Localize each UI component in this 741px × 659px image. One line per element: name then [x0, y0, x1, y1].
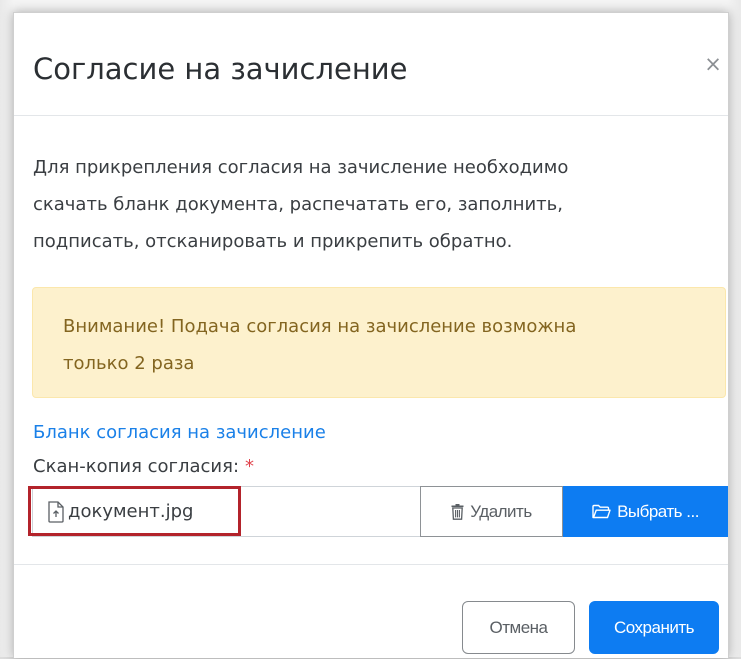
scan-field-label: Скан-копия согласия: * — [33, 453, 254, 481]
cancel-label: Отмена — [489, 617, 549, 637]
intro-line: Для прикрепления согласия на зачисление … — [33, 157, 569, 178]
save-label: Сохранить — [614, 617, 694, 637]
delete-file-button[interactable]: Удалить — [420, 486, 563, 537]
choose-label: Выбрать ... — [617, 501, 699, 521]
file-name-highlight — [28, 486, 241, 536]
close-button[interactable]: × — [698, 49, 728, 79]
save-button[interactable]: Сохранить — [589, 601, 719, 654]
intro-text: Для прикрепления согласия на зачисление … — [33, 149, 713, 260]
cancel-button[interactable]: Отмена — [462, 601, 575, 654]
required-asterisk: * — [245, 456, 255, 477]
warning-alert: Внимание! Подача согласия на зачисление … — [32, 287, 726, 398]
blank-download-link[interactable]: Бланк согласия на зачисление — [33, 419, 326, 447]
alert-text: Внимание! Подача согласия на зачисление … — [63, 308, 683, 382]
trash-icon — [451, 503, 464, 520]
modal-header: Согласие на зачисление × — [14, 13, 728, 116]
scan-field-label-text: Скан-копия согласия: — [33, 456, 240, 477]
file-input-group: документ.jpg Удалить Выбрать ... — [28, 486, 728, 539]
modal-footer: Отмена Сохранить — [14, 564, 728, 659]
intro-line: подписать, отсканировать и прикрепить об… — [33, 231, 513, 252]
consent-modal: Согласие на зачисление × Для прикреплени… — [13, 12, 729, 658]
intro-line: скачать бланк документа, распечатать его… — [33, 194, 563, 215]
choose-file-button[interactable]: Выбрать ... — [563, 486, 728, 537]
close-icon[interactable]: × — [704, 52, 722, 76]
delete-label: Удалить — [470, 501, 532, 521]
modal-body: Для прикрепления согласия на зачисление … — [14, 116, 728, 564]
alert-line: Внимание! Подача согласия на зачисление … — [63, 316, 577, 337]
modal-title: Согласие на зачисление — [33, 52, 408, 86]
alert-line: только 2 раза — [63, 353, 195, 374]
folder-open-icon — [592, 504, 611, 519]
